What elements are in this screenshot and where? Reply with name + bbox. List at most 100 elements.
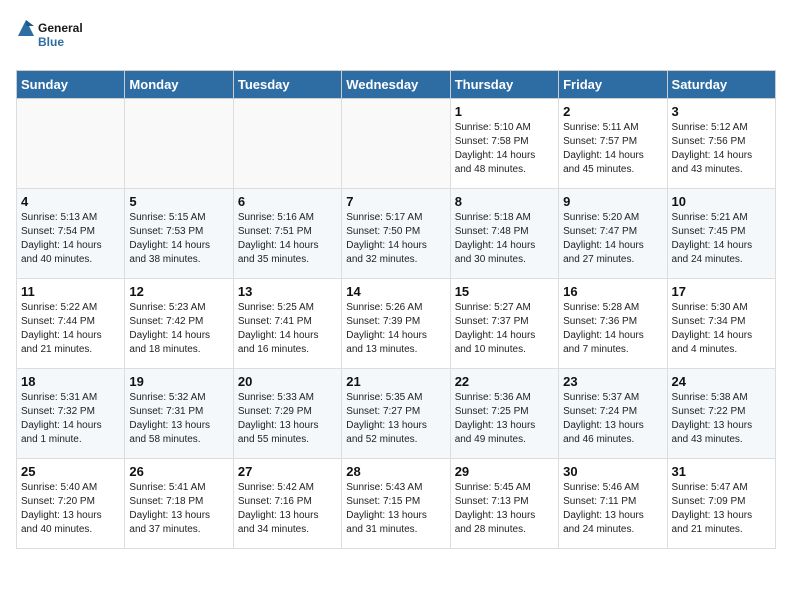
day-number: 16: [563, 284, 662, 299]
day-number: 29: [455, 464, 554, 479]
header-friday: Friday: [559, 71, 667, 99]
day-info: Sunrise: 5:32 AM Sunset: 7:31 PM Dayligh…: [129, 391, 228, 447]
day-number: 31: [672, 464, 771, 479]
day-info: Sunrise: 5:13 AM Sunset: 7:54 PM Dayligh…: [21, 211, 120, 267]
day-number: 28: [346, 464, 445, 479]
header-thursday: Thursday: [450, 71, 558, 99]
calendar-cell: 26Sunrise: 5:41 AM Sunset: 7:18 PM Dayli…: [125, 459, 233, 549]
day-number: 2: [563, 104, 662, 119]
day-info: Sunrise: 5:26 AM Sunset: 7:39 PM Dayligh…: [346, 301, 445, 357]
day-info: Sunrise: 5:40 AM Sunset: 7:20 PM Dayligh…: [21, 481, 120, 537]
day-number: 1: [455, 104, 554, 119]
day-info: Sunrise: 5:15 AM Sunset: 7:53 PM Dayligh…: [129, 211, 228, 267]
calendar-cell: 29 Sunrise: 5:45 AM Sunset: 7:13 PM Dayli…: [450, 459, 558, 549]
day-info: Sunrise: 5:45 AM Sunset: 7:13 PM Dayligh…: [455, 481, 554, 537]
header-tuesday: Tuesday: [233, 71, 341, 99]
header-saturday: Saturday: [667, 71, 775, 99]
day-number: 17: [672, 284, 771, 299]
day-info: Sunrise: 5:27 AM Sunset: 7:37 PM Dayligh…: [455, 301, 554, 357]
calendar-cell: [17, 99, 125, 189]
day-number: 21: [346, 374, 445, 389]
day-number: 10: [672, 194, 771, 209]
day-info: Sunrise: 5:25 AM Sunset: 7:41 PM Dayligh…: [238, 301, 337, 357]
day-number: 25: [21, 464, 120, 479]
svg-text:General: General: [38, 21, 83, 35]
day-info: Sunrise: 5:28 AM Sunset: 7:36 PM Dayligh…: [563, 301, 662, 357]
day-info: Sunrise: 5:33 AM Sunset: 7:29 PM Dayligh…: [238, 391, 337, 447]
calendar-cell: [233, 99, 341, 189]
day-number: 24: [672, 374, 771, 389]
week-row-5: 25 Sunrise: 5:40 AM Sunset: 7:20 PM Dayli…: [17, 459, 776, 549]
day-info: Sunrise: 5:42 AM Sunset: 7:16 PM Dayligh…: [238, 481, 337, 537]
calendar-table: SundayMondayTuesdayWednesdayThursdayFrid…: [16, 70, 776, 549]
day-number: 9: [563, 194, 662, 209]
calendar-cell: 11Sunrise: 5:22 AM Sunset: 7:44 PM Dayli…: [17, 279, 125, 369]
calendar-cell: 15Sunrise: 5:27 AM Sunset: 7:37 PM Dayli…: [450, 279, 558, 369]
calendar-cell: 3 Sunrise: 5:12 AM Sunset: 7:56 PM Daylig…: [667, 99, 775, 189]
week-row-3: 11Sunrise: 5:22 AM Sunset: 7:44 PM Dayli…: [17, 279, 776, 369]
calendar-cell: 12 Sunrise: 5:23 AM Sunset: 7:42 PM Dayli…: [125, 279, 233, 369]
calendar-cell: 19Sunrise: 5:32 AM Sunset: 7:31 PM Dayli…: [125, 369, 233, 459]
calendar-cell: 27 Sunrise: 5:42 AM Sunset: 7:16 PM Dayli…: [233, 459, 341, 549]
calendar-cell: 30 Sunrise: 5:46 AM Sunset: 7:11 PM Dayli…: [559, 459, 667, 549]
day-info: Sunrise: 5:20 AM Sunset: 7:47 PM Dayligh…: [563, 211, 662, 267]
day-number: 18: [21, 374, 120, 389]
day-info: Sunrise: 5:37 AM Sunset: 7:24 PM Dayligh…: [563, 391, 662, 447]
calendar-cell: 7 Sunrise: 5:17 AM Sunset: 7:50 PM Daylig…: [342, 189, 450, 279]
day-info: Sunrise: 5:23 AM Sunset: 7:42 PM Dayligh…: [129, 301, 228, 357]
day-number: 3: [672, 104, 771, 119]
day-info: Sunrise: 5:36 AM Sunset: 7:25 PM Dayligh…: [455, 391, 554, 447]
day-info: Sunrise: 5:30 AM Sunset: 7:34 PM Dayligh…: [672, 301, 771, 357]
calendar-cell: 8 Sunrise: 5:18 AM Sunset: 7:48 PM Daylig…: [450, 189, 558, 279]
day-number: 7: [346, 194, 445, 209]
day-info: Sunrise: 5:10 AM Sunset: 7:58 PM Dayligh…: [455, 121, 554, 177]
day-number: 6: [238, 194, 337, 209]
svg-text:Blue: Blue: [38, 35, 64, 49]
week-row-4: 18 Sunrise: 5:31 AM Sunset: 7:32 PM Dayli…: [17, 369, 776, 459]
logo: General Blue: [16, 16, 86, 58]
day-info: Sunrise: 5:11 AM Sunset: 7:57 PM Dayligh…: [563, 121, 662, 177]
day-info: Sunrise: 5:35 AM Sunset: 7:27 PM Dayligh…: [346, 391, 445, 447]
day-number: 20: [238, 374, 337, 389]
day-info: Sunrise: 5:16 AM Sunset: 7:51 PM Dayligh…: [238, 211, 337, 267]
calendar-cell: [342, 99, 450, 189]
calendar-cell: [125, 99, 233, 189]
header-row: SundayMondayTuesdayWednesdayThursdayFrid…: [17, 71, 776, 99]
day-info: Sunrise: 5:12 AM Sunset: 7:56 PM Dayligh…: [672, 121, 771, 177]
calendar-cell: 24 Sunrise: 5:38 AM Sunset: 7:22 PM Dayli…: [667, 369, 775, 459]
calendar-cell: 10 Sunrise: 5:21 AM Sunset: 7:45 PM Dayli…: [667, 189, 775, 279]
day-number: 27: [238, 464, 337, 479]
calendar-cell: 2 Sunrise: 5:11 AM Sunset: 7:57 PM Daylig…: [559, 99, 667, 189]
calendar-cell: 6 Sunrise: 5:16 AM Sunset: 7:51 PM Daylig…: [233, 189, 341, 279]
logo-svg: General Blue: [16, 16, 86, 58]
calendar-cell: 25 Sunrise: 5:40 AM Sunset: 7:20 PM Dayli…: [17, 459, 125, 549]
calendar-cell: 9 Sunrise: 5:20 AM Sunset: 7:47 PM Daylig…: [559, 189, 667, 279]
calendar-cell: 28Sunrise: 5:43 AM Sunset: 7:15 PM Dayli…: [342, 459, 450, 549]
week-row-1: 1 Sunrise: 5:10 AM Sunset: 7:58 PM Daylig…: [17, 99, 776, 189]
calendar-cell: 23 Sunrise: 5:37 AM Sunset: 7:24 PM Dayli…: [559, 369, 667, 459]
calendar-cell: 22Sunrise: 5:36 AM Sunset: 7:25 PM Dayli…: [450, 369, 558, 459]
header-sunday: Sunday: [17, 71, 125, 99]
day-number: 8: [455, 194, 554, 209]
header-wednesday: Wednesday: [342, 71, 450, 99]
calendar-cell: 14Sunrise: 5:26 AM Sunset: 7:39 PM Dayli…: [342, 279, 450, 369]
calendar-cell: 16 Sunrise: 5:28 AM Sunset: 7:36 PM Dayli…: [559, 279, 667, 369]
day-info: Sunrise: 5:46 AM Sunset: 7:11 PM Dayligh…: [563, 481, 662, 537]
day-info: Sunrise: 5:47 AM Sunset: 7:09 PM Dayligh…: [672, 481, 771, 537]
day-number: 30: [563, 464, 662, 479]
day-number: 26: [129, 464, 228, 479]
day-info: Sunrise: 5:31 AM Sunset: 7:32 PM Dayligh…: [21, 391, 120, 447]
day-info: Sunrise: 5:21 AM Sunset: 7:45 PM Dayligh…: [672, 211, 771, 267]
day-number: 23: [563, 374, 662, 389]
day-number: 5: [129, 194, 228, 209]
day-number: 11: [21, 284, 120, 299]
day-number: 12: [129, 284, 228, 299]
day-info: Sunrise: 5:18 AM Sunset: 7:48 PM Dayligh…: [455, 211, 554, 267]
day-number: 4: [21, 194, 120, 209]
page-header: General Blue: [16, 16, 776, 58]
day-info: Sunrise: 5:17 AM Sunset: 7:50 PM Dayligh…: [346, 211, 445, 267]
day-info: Sunrise: 5:38 AM Sunset: 7:22 PM Dayligh…: [672, 391, 771, 447]
calendar-cell: 13Sunrise: 5:25 AM Sunset: 7:41 PM Dayli…: [233, 279, 341, 369]
calendar-cell: 5 Sunrise: 5:15 AM Sunset: 7:53 PM Daylig…: [125, 189, 233, 279]
calendar-cell: 18 Sunrise: 5:31 AM Sunset: 7:32 PM Dayli…: [17, 369, 125, 459]
